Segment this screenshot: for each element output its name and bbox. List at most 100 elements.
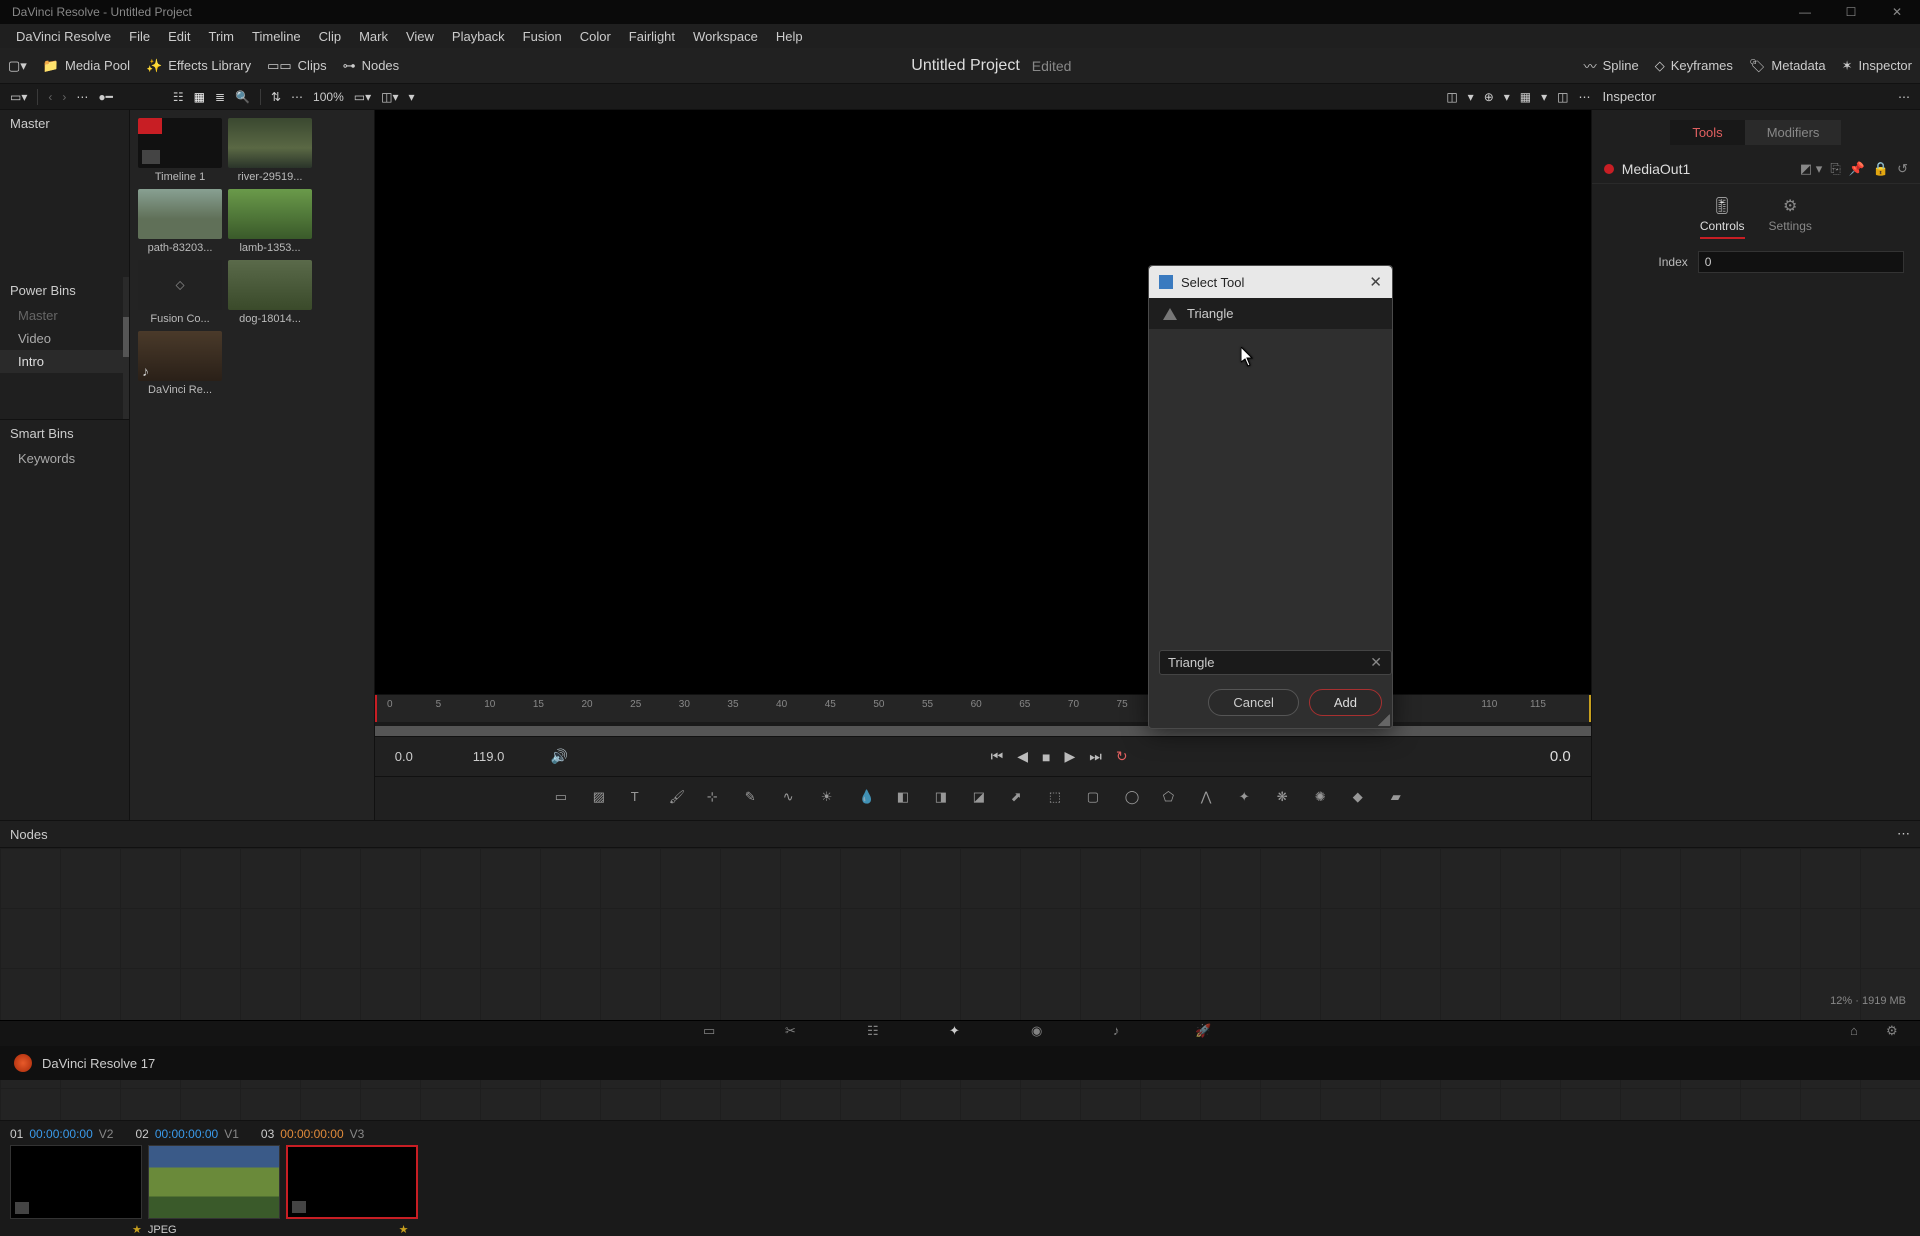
bspline-tool-icon[interactable]: ∿ [783,789,803,809]
page-deliver-icon[interactable]: 🚀 [1195,1023,1217,1045]
menu-trim[interactable]: Trim [201,27,243,46]
effects-library-toggle[interactable]: ✨ Effects Library [146,58,251,74]
node-pin-icon[interactable]: 📌 [1849,161,1865,177]
dialog-result-triangle[interactable]: Triangle [1149,298,1392,329]
pemitter-tool-icon[interactable]: ✺ [1315,789,1335,809]
dialog-search-input[interactable] [1159,650,1392,675]
minimize-button[interactable]: ― [1790,5,1820,19]
bins-scrollbar[interactable] [123,277,129,419]
text-tool-icon[interactable]: T [631,789,651,809]
viewer-more-icon[interactable]: ⋯ [1579,90,1591,104]
menu-help[interactable]: Help [768,27,811,46]
clip-thumb-02[interactable] [148,1145,280,1219]
nav-back-icon[interactable]: ‹ [48,90,52,104]
wand-tool-icon[interactable]: ⋀ [1201,789,1221,809]
node-versions-icon[interactable]: ⎘ [1830,161,1840,177]
media-clip-davinci-re[interactable]: DaVinci Re... [138,331,222,396]
particles-tool-icon[interactable]: ✦ [1239,789,1259,809]
inspector-subtab-controls[interactable]: 🎚Controls [1700,196,1745,239]
master-bin[interactable]: Master [0,110,129,137]
bin-item-intro[interactable]: Intro [0,350,129,373]
shape3d-tool-icon[interactable]: ◆ [1353,789,1373,809]
mattecontrol-tool-icon[interactable]: ◪ [973,789,993,809]
nodes-panel-menu-icon[interactable]: ⋯ [1897,826,1910,842]
home-icon[interactable]: ⌂ [1850,1023,1872,1045]
dialog-cancel-button[interactable]: Cancel [1208,689,1298,716]
sort-icon[interactable]: ⇅ [271,90,281,104]
viewer-grid-icon[interactable]: ▦ [1520,90,1531,104]
merge-tool-icon[interactable]: ◨ [935,789,955,809]
viewer-snap-icon[interactable]: ◫ [1446,90,1457,104]
inspector-tab-tools[interactable]: Tools [1670,120,1744,145]
media-clip-river[interactable]: river-29519... [228,118,312,183]
node-lock-icon[interactable]: 🔒 [1873,161,1889,177]
menu-fairlight[interactable]: Fairlight [621,27,683,46]
view-grid-icon[interactable]: ▦ [194,90,205,104]
mute-icon[interactable]: 🔊 [551,748,568,765]
mask-pen-tool-icon[interactable]: ✎ [745,789,765,809]
clip-thumb-01[interactable] [10,1145,142,1219]
transform-tool-icon[interactable]: ⬈ [1011,789,1031,809]
aspect-caret[interactable]: ▾ [409,90,415,104]
paint-tool-icon[interactable]: 🖌 [669,789,689,809]
menu-edit[interactable]: Edit [160,27,198,46]
menu-clip[interactable]: Clip [311,27,349,46]
dialog-add-button[interactable]: Add [1309,689,1382,716]
range-scrollbar[interactable] [375,726,1591,736]
viewer-globe-icon[interactable]: ⊕ [1484,90,1494,104]
media-clip-fusion-comp[interactable]: Fusion Co... [138,260,222,325]
more-icon[interactable]: ⋯ [291,90,303,104]
maximize-button[interactable]: ☐ [1836,5,1866,19]
page-media-icon[interactable]: ▭ [703,1023,725,1045]
viewer-canvas[interactable] [375,110,1591,694]
nodes-toggle[interactable]: ⊶ Nodes [343,58,400,74]
layout-dropdown[interactable]: ▢▾ [8,58,27,74]
current-timecode[interactable]: 0.0 [1550,748,1571,765]
first-frame-icon[interactable]: ⏮ [991,748,1004,765]
dialog-close-icon[interactable]: ✕ [1369,273,1382,291]
out-timecode[interactable]: 119.0 [473,749,537,764]
fastnoise-tool-icon[interactable]: ▨ [593,789,613,809]
loop-icon[interactable]: ↻ [1116,748,1128,765]
last-frame-icon[interactable]: ⏭ [1089,748,1102,765]
menu-color[interactable]: Color [572,27,619,46]
media-clip-path[interactable]: path-83203... [138,189,222,254]
nav-fwd-icon[interactable]: › [62,90,66,104]
camera3d-tool-icon[interactable]: ▰ [1391,789,1411,809]
step-back-icon[interactable]: ◀ [1017,748,1028,765]
aspect-icon[interactable]: ◫▾ [381,90,398,104]
viewer-caret1[interactable]: ▾ [1468,90,1474,104]
menu-file[interactable]: File [121,27,158,46]
brightness-tool-icon[interactable]: ☀ [821,789,841,809]
menu-workspace[interactable]: Workspace [685,27,766,46]
inspector-tab-modifiers[interactable]: Modifiers [1745,120,1842,145]
range-end-marker[interactable] [1589,695,1591,722]
node-color-icon[interactable]: ◩ ▾ [1800,161,1822,177]
play-icon[interactable]: ▶ [1064,748,1075,765]
metadata-toggle[interactable]: 🏷 Metadata [1749,58,1826,74]
keyframes-toggle[interactable]: ◇ Keyframes [1655,58,1733,74]
resize-tool-icon[interactable]: ⬚ [1049,789,1069,809]
zoom-level[interactable]: 100% [313,90,344,104]
menu-davinci-resolve[interactable]: DaVinci Resolve [8,27,119,46]
menu-view[interactable]: View [398,27,442,46]
page-edit-icon[interactable]: ☷ [867,1023,889,1045]
bin-item-keywords[interactable]: Keywords [0,447,129,470]
time-ruler[interactable]: 0 5 10 15 20 25 30 35 40 45 50 55 60 65 … [375,694,1591,722]
blur-tool-icon[interactable]: 💧 [859,789,879,809]
playhead[interactable] [375,695,377,722]
inspector-more-icon[interactable]: ⋯ [1898,90,1910,104]
bin-view-icon[interactable]: ▭▾ [10,90,27,104]
spline-toggle[interactable]: 〰 Spline [1584,56,1639,75]
colorcorrect-tool-icon[interactable]: ◧ [897,789,917,809]
page-fairlight-icon[interactable]: ♪ [1113,1023,1135,1045]
index-input[interactable] [1698,251,1904,273]
close-button[interactable]: ✕ [1882,5,1912,19]
media-clip-lamb[interactable]: lamb-1353... [228,189,312,254]
bin-item-video[interactable]: Video [0,327,129,350]
background-tool-icon[interactable]: ▭ [555,789,575,809]
view-strip-icon[interactable]: ☷ [173,90,184,104]
node-enable-dot[interactable] [1604,164,1614,174]
clip-thumb-03[interactable] [286,1145,418,1219]
page-cut-icon[interactable]: ✂ [785,1023,807,1045]
